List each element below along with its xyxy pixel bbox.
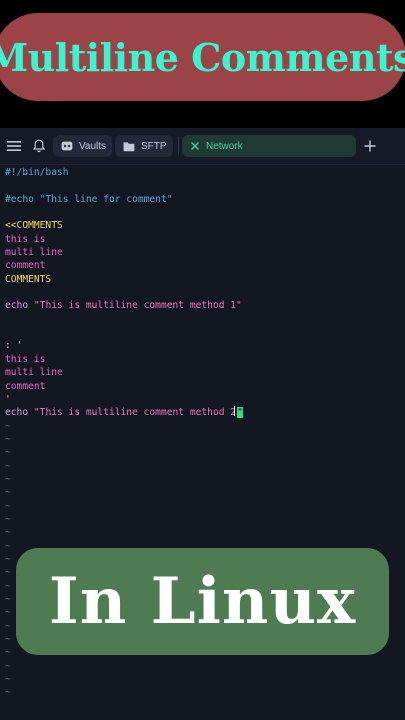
empty-line-tilde: ~	[5, 460, 11, 472]
tab-divider	[178, 137, 179, 155]
empty-line-tilde: ~	[5, 420, 11, 432]
code-line-17: comment	[5, 380, 46, 392]
empty-line-tilde: ~	[5, 527, 11, 539]
code-line-7: multi line	[5, 247, 63, 259]
folder-icon	[123, 141, 135, 152]
title-banner: Multiline Comments	[0, 13, 405, 101]
empty-line-tilde: ~	[5, 487, 11, 499]
tab-vaults-label: Vaults	[79, 140, 107, 152]
block-cursor: "	[237, 407, 243, 419]
empty-line-tilde: ~	[5, 473, 11, 485]
subtitle-banner: In Linux	[16, 548, 389, 655]
empty-line-tilde: ~	[5, 674, 11, 686]
empty-line-tilde: ~	[5, 433, 11, 445]
code-line-6: this is	[5, 233, 46, 245]
code-line-14: : '	[5, 340, 23, 352]
tab-network-label: Network	[206, 140, 243, 152]
code-line-18: '	[5, 393, 11, 405]
code-line-9: COMMENTS	[5, 273, 52, 285]
bell-icon[interactable]	[30, 137, 48, 155]
empty-line-tilde: ~	[5, 660, 11, 672]
code-line-15: this is	[5, 353, 46, 365]
code-line-3: #echo "This line for comment"	[5, 193, 173, 205]
terminal-app: Vaults SFTP Network #!/bin/bash #echo "T…	[0, 128, 405, 720]
subtitle-text: In Linux	[48, 564, 357, 639]
tab-vaults[interactable]: Vaults	[53, 135, 112, 157]
code-line-8: comment	[5, 260, 46, 272]
toolbar: Vaults SFTP Network	[0, 128, 405, 165]
vault-icon	[61, 140, 73, 152]
tab-sftp-label: SFTP	[141, 140, 167, 152]
tab-network[interactable]: Network	[182, 135, 356, 157]
code-line-5: <<COMMENTS	[5, 220, 63, 232]
code-line-1: #!/bin/bash	[5, 167, 69, 178]
tab-sftp[interactable]: SFTP	[115, 135, 173, 157]
code-line-11: echo "This is multiline comment method 1…	[5, 300, 242, 312]
close-icon[interactable]	[190, 141, 200, 151]
empty-line-tilde: ~	[5, 447, 11, 459]
title-text: Multiline Comments	[0, 34, 405, 80]
plus-icon[interactable]	[361, 137, 379, 155]
code-line-16: multi line	[5, 367, 63, 379]
empty-line-tilde: ~	[5, 500, 11, 512]
menu-icon[interactable]	[5, 137, 23, 155]
empty-line-tilde: ~	[5, 687, 11, 699]
empty-line-tilde: ~	[5, 513, 11, 525]
code-line-19: echo "This is multiline comment method 2…	[5, 406, 243, 419]
